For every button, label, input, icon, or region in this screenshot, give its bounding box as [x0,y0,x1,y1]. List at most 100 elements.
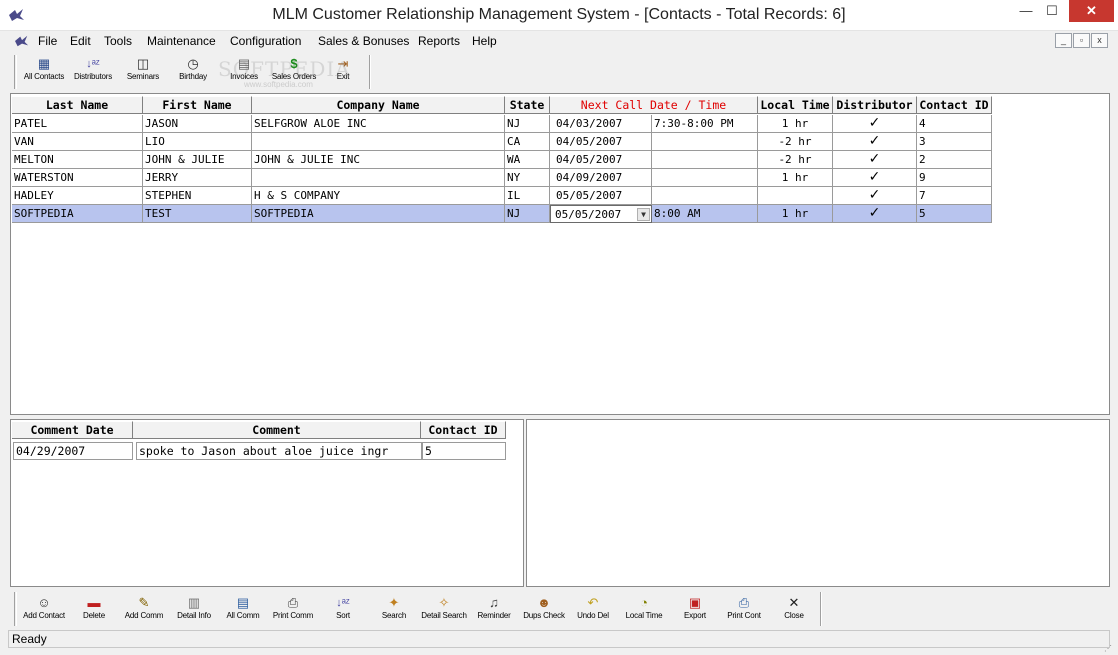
comment-detail-pane[interactable] [526,419,1110,587]
menu-help[interactable]: Help [472,34,497,48]
cell-distributor-checkmark[interactable]: ✓ [833,151,917,169]
cell-contact-id[interactable]: 4 [917,115,992,133]
cell-first-name[interactable]: TEST [143,205,252,223]
column-header-last-name[interactable]: Last Name [12,96,143,114]
cell-first-name[interactable]: JOHN & JULIE [143,151,252,169]
print-cont-button[interactable]: ⎙ Print Cont [721,595,767,621]
menu-edit[interactable]: Edit [70,34,91,48]
toolbar-grip[interactable] [14,592,17,626]
table-row[interactable]: WATERSTON JERRY NY 04/09/2007 1 hr ✓ 9 [12,169,992,187]
cell-call-time[interactable]: 8:00 AM [652,205,758,223]
detail-info-button[interactable]: ▥ Detail Info [172,595,216,621]
bird-logo-icon[interactable] [14,34,30,48]
cell-first-name[interactable]: JASON [143,115,252,133]
cell-company-name[interactable]: H & S COMPANY [252,187,505,205]
cell-last-name[interactable]: SOFTPEDIA [12,205,143,223]
cell-state[interactable]: NY [505,169,550,187]
cell-first-name[interactable]: LIO [143,133,252,151]
cell-state[interactable]: IL [505,187,550,205]
cell-distributor-checkmark[interactable]: ✓ [833,115,917,133]
cell-call-date[interactable]: 05/05/2007 [550,187,652,205]
cell-company-name[interactable] [252,133,505,151]
column-header-distributor[interactable]: Distributor [833,96,917,114]
cell-company-name[interactable] [252,169,505,187]
column-header-company-name[interactable]: Company Name [252,96,505,114]
seminars-button[interactable]: ◫ Seminars [120,56,166,82]
cell-company-name[interactable]: SELFGROW ALOE INC [252,115,505,133]
cell-first-name[interactable]: STEPHEN [143,187,252,205]
menu-tools[interactable]: Tools [104,34,132,48]
delete-button[interactable]: ▬ Delete [74,595,114,621]
resize-grip-icon[interactable]: ⋰ [1104,644,1114,654]
column-header-local-time[interactable]: Local Time [758,96,833,114]
search-button[interactable]: ✦ Search [376,595,412,621]
cell-last-name[interactable]: HADLEY [12,187,143,205]
cell-local-time[interactable]: 1 hr [758,205,833,223]
chevron-down-icon[interactable]: ▼ [637,208,650,221]
cell-state[interactable]: CA [505,133,550,151]
cell-last-name[interactable]: VAN [12,133,143,151]
cell-call-date[interactable]: 04/03/2007 [550,115,652,133]
cell-call-time[interactable] [652,151,758,169]
local-time-button[interactable]: ◔ Local Time [620,595,668,621]
cell-call-time[interactable] [652,187,758,205]
column-header-next-call[interactable]: Next Call Date / Time [550,96,758,114]
column-header-comment-contact-id[interactable]: Contact ID [421,421,506,439]
cell-local-time[interactable]: 1 hr [758,169,833,187]
cell-last-name[interactable]: MELTON [12,151,143,169]
column-header-first-name[interactable]: First Name [143,96,252,114]
cell-call-date[interactable]: 04/09/2007 [550,169,652,187]
cell-contact-id[interactable]: 7 [917,187,992,205]
cell-call-time[interactable] [652,133,758,151]
mdi-restore-button[interactable]: ▫ [1073,33,1090,48]
print-comm-button[interactable]: ⎙ Print Comm [269,595,317,621]
cell-distributor-checkmark[interactable]: ✓ [833,205,917,223]
cell-contact-id[interactable]: 5 [917,205,992,223]
cell-call-date[interactable]: 04/05/2007 [550,133,652,151]
comments-grid[interactable]: Comment Date Comment Contact ID 04/29/20… [10,419,524,587]
menu-configuration[interactable]: Configuration [230,34,301,48]
table-row[interactable]: HADLEY STEPHEN H & S COMPANY IL 05/05/20… [12,187,992,205]
cell-comment-text[interactable]: spoke to Jason about aloe juice ingr [136,442,422,460]
column-header-comment[interactable]: Comment [133,421,421,439]
cell-state[interactable]: WA [505,151,550,169]
cell-company-name[interactable]: SOFTPEDIA [252,205,505,223]
cell-comment-date[interactable]: 04/29/2007 [13,442,133,460]
detail-search-button[interactable]: ✧ Detail Search [418,595,470,621]
column-header-state[interactable]: State [505,96,550,114]
export-button[interactable]: ▣ Export [676,595,714,621]
cell-comment-contact-id[interactable]: 5 [422,442,506,460]
cell-distributor-checkmark[interactable]: ✓ [833,169,917,187]
dups-check-button[interactable]: ☻ Dups Check [520,595,568,621]
add-contact-button[interactable]: ☺ Add Contact [19,595,69,621]
close-button[interactable]: ✕ Close [776,595,812,621]
cell-distributor-checkmark[interactable]: ✓ [833,133,917,151]
cell-local-time[interactable]: -2 hr [758,151,833,169]
table-row-selected[interactable]: SOFTPEDIA TEST SOFTPEDIA NJ 05/05/2007 ▼… [12,205,992,223]
cell-contact-id[interactable]: 9 [917,169,992,187]
contacts-grid[interactable]: Last Name First Name Company Name State … [10,93,1110,415]
cell-last-name[interactable]: PATEL [12,115,143,133]
cell-call-date[interactable]: 04/05/2007 [550,151,652,169]
cell-local-time[interactable]: -2 hr [758,133,833,151]
sort-button[interactable]: ↓ᵃᶻ Sort [326,595,360,621]
cell-contact-id[interactable]: 2 [917,151,992,169]
undo-del-button[interactable]: ↶ Undo Del [573,595,613,621]
menu-sales-bonuses[interactable]: Sales & Bonuses [318,34,409,48]
cell-first-name[interactable]: JERRY [143,169,252,187]
toolbar-grip[interactable] [14,55,17,89]
cell-last-name[interactable]: WATERSTON [12,169,143,187]
cell-local-time[interactable] [758,187,833,205]
list-item[interactable]: 04/29/2007 spoke to Jason about aloe jui… [13,442,506,460]
distributors-button[interactable]: ↓ᵃᶻ Distributors [69,56,117,82]
menu-file[interactable]: File [38,34,57,48]
cell-state[interactable]: NJ [505,205,550,223]
minimize-button[interactable]: — [1013,0,1039,22]
cell-distributor-checkmark[interactable]: ✓ [833,187,917,205]
all-contacts-button[interactable]: ▦ All Contacts [20,56,68,82]
mdi-minimize-button[interactable]: _ [1055,33,1072,48]
cell-call-time[interactable] [652,169,758,187]
birthday-button[interactable]: ◷ Birthday [170,56,216,82]
table-row[interactable]: MELTON JOHN & JULIE JOHN & JULIE INC WA … [12,151,992,169]
cell-local-time[interactable]: 1 hr [758,115,833,133]
